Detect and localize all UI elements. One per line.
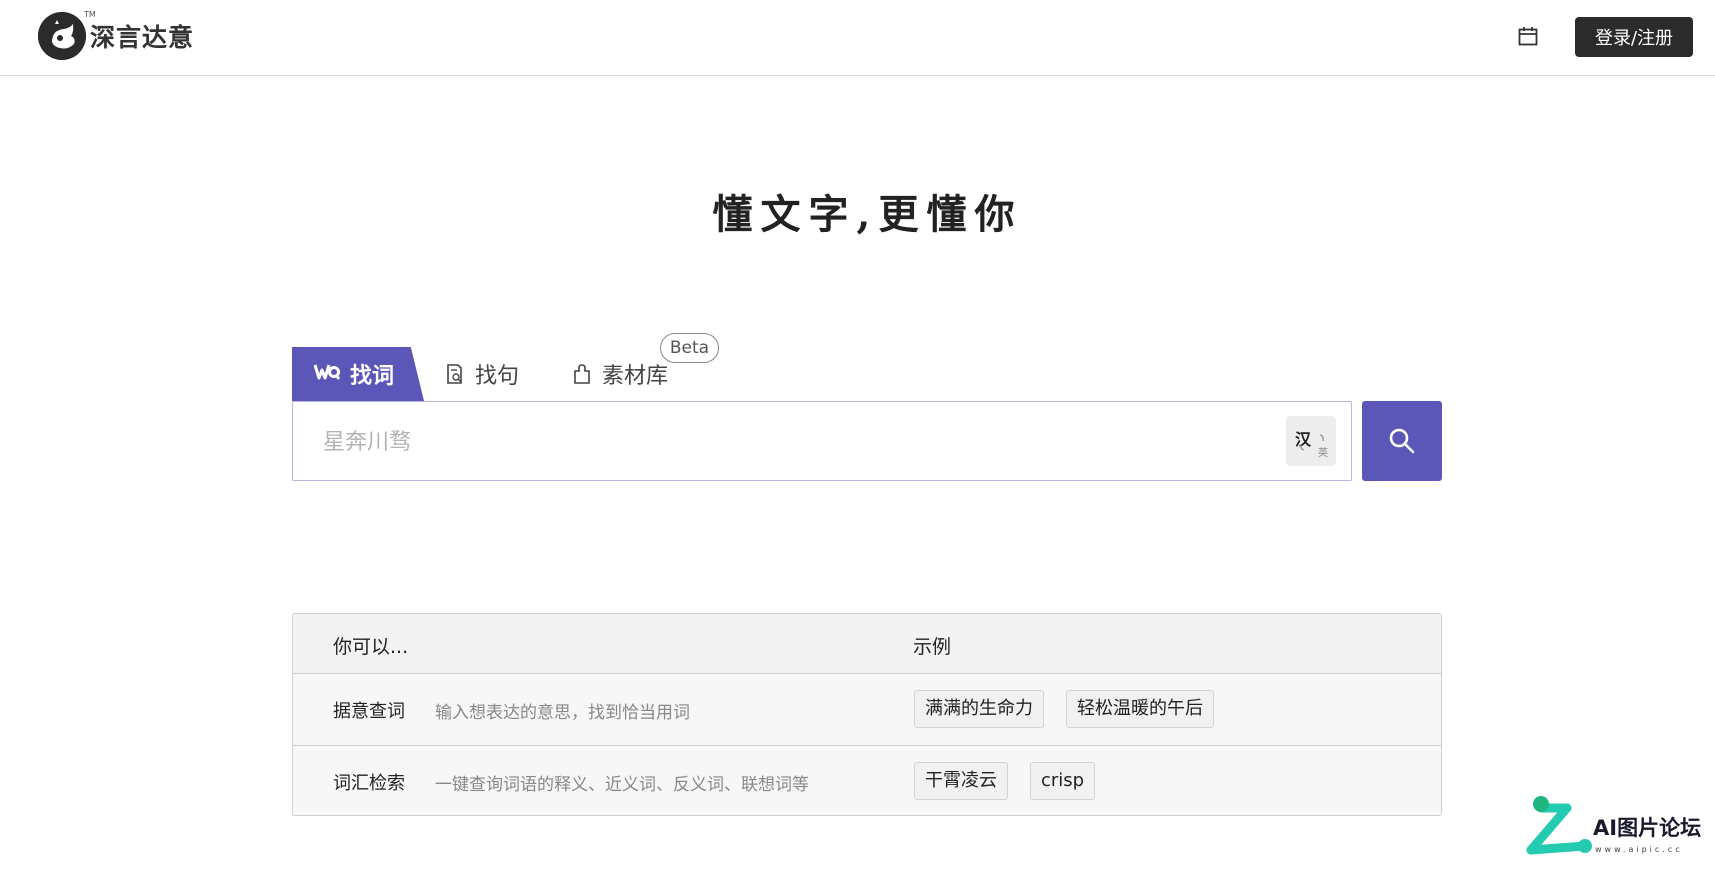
brand-name: 深言达意 bbox=[90, 23, 195, 52]
watermark-url: www.aipic.cc bbox=[1595, 845, 1683, 854]
table-row: 据意查词 输入想表达的意思，找到恰当用词 满满的生命力 轻松温暖的午后 bbox=[293, 674, 1441, 745]
search-button[interactable] bbox=[1362, 401, 1442, 481]
tab-find-sentence-label: 找句 bbox=[475, 364, 520, 389]
row-title: 词汇检索 bbox=[333, 773, 405, 794]
example-chip[interactable]: 满满的生命力 bbox=[914, 690, 1044, 728]
top-header: TM 深言达意 登录/注册 bbox=[0, 0, 1715, 76]
document-search-icon bbox=[447, 364, 462, 384]
language-toggle-button[interactable]: 汉 英 bbox=[1286, 416, 1336, 466]
tab-find-word-label: 找词 bbox=[350, 364, 395, 389]
example-chip[interactable]: crisp bbox=[1030, 762, 1096, 800]
puzzle-icon bbox=[574, 364, 590, 384]
login-register-button[interactable]: 登录/注册 bbox=[1575, 17, 1693, 57]
slogan-heading: 懂文字,更懂你 bbox=[712, 191, 1023, 238]
row-description: 输入想表达的意思，找到恰当用词 bbox=[435, 703, 690, 723]
tab-find-word[interactable]: 找词 bbox=[292, 347, 424, 401]
search-input[interactable] bbox=[323, 422, 1223, 462]
calendar-icon[interactable] bbox=[1517, 25, 1539, 47]
table-row: 词汇检索 一键查询词语的释义、近义词、反义词、联想词等 干霄凌云 crisp bbox=[293, 745, 1441, 815]
search-box: 汉 英 bbox=[292, 401, 1352, 481]
lang-english-label: 英 bbox=[1318, 448, 1328, 459]
molecule-logo-icon bbox=[1526, 796, 1592, 855]
row-description: 一键查询词语的释义、近义词、反义词、联想词等 bbox=[435, 775, 809, 795]
tab-material-library[interactable]: 素材库 bbox=[572, 347, 668, 401]
example-chip[interactable]: 干霄凌云 bbox=[914, 762, 1008, 800]
wq-logo-icon bbox=[313, 362, 341, 387]
table-header: 你可以... 示例 bbox=[293, 614, 1441, 674]
usage-guide-table: 你可以... 示例 据意查词 输入想表达的意思，找到恰当用词 满满的生命力 轻松… bbox=[292, 613, 1442, 816]
row-title: 据意查词 bbox=[333, 701, 405, 722]
watermark-text: AI图片论坛 bbox=[1593, 816, 1702, 840]
tab-material-library-label: 素材库 bbox=[602, 364, 669, 389]
search-icon bbox=[1389, 428, 1415, 454]
brand-logo-icon bbox=[38, 12, 86, 60]
trademark-mark: TM bbox=[84, 10, 96, 19]
header-you-can: 你可以... bbox=[333, 636, 409, 658]
example-chip[interactable]: 轻松温暖的午后 bbox=[1066, 690, 1214, 728]
header-examples: 示例 bbox=[913, 636, 952, 658]
beta-badge: Beta bbox=[660, 333, 719, 363]
tab-find-sentence[interactable]: 找句 bbox=[445, 347, 519, 401]
brand-logo[interactable]: TM 深言达意 bbox=[38, 10, 195, 60]
watermark: AI图片论坛 www.aipic.cc bbox=[1515, 790, 1710, 870]
